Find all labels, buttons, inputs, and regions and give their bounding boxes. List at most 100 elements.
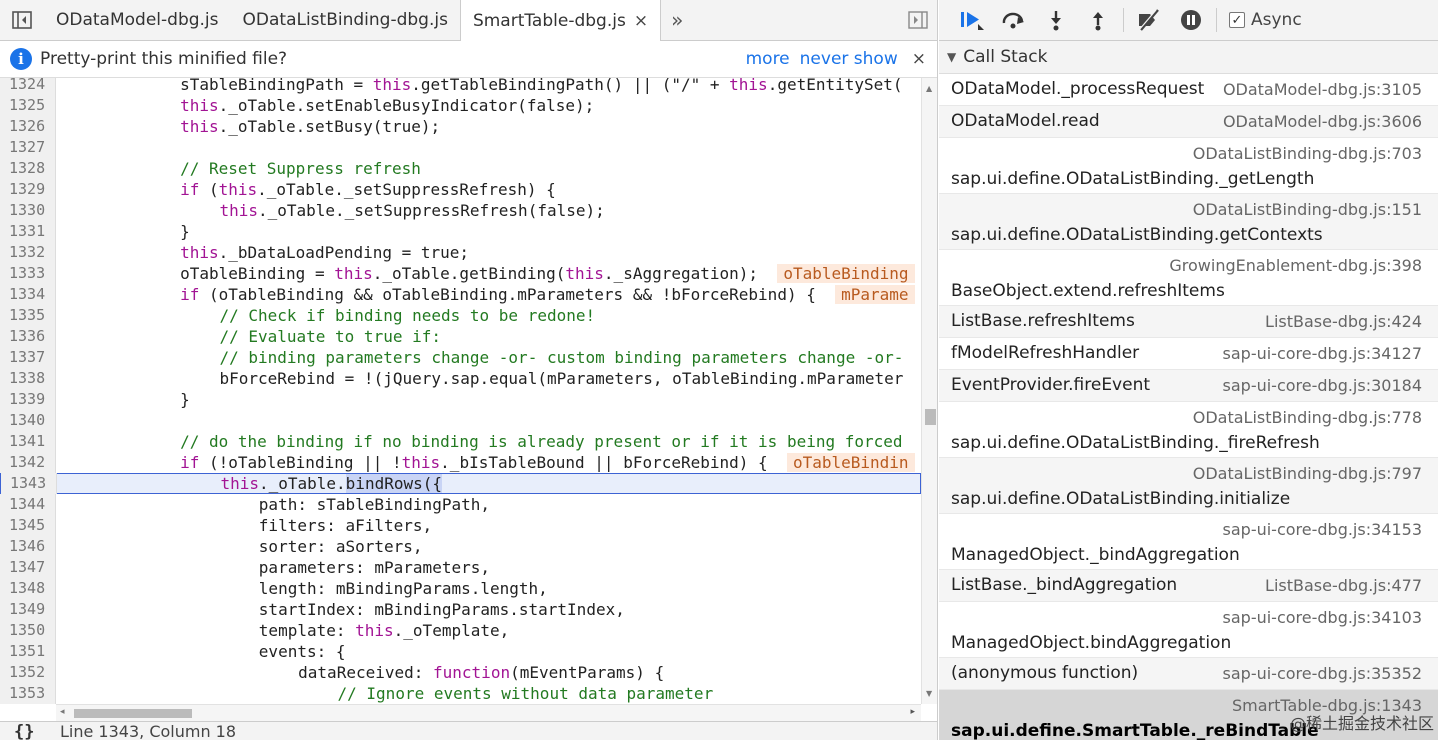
- code-line[interactable]: 1339}: [0, 389, 921, 410]
- code-line[interactable]: 1348 length: mBindingParams.length,: [0, 578, 921, 599]
- code-line[interactable]: 1353 // Ignore events without data parame…: [0, 683, 921, 704]
- code-line[interactable]: 1346 sorter: aSorters,: [0, 536, 921, 557]
- frame-location-link[interactable]: sap-ui-core-dbg.js:34103: [1223, 608, 1422, 627]
- scroll-thumb[interactable]: [74, 709, 192, 718]
- step-over-button[interactable]: [993, 0, 1035, 41]
- line-number[interactable]: 1333: [0, 263, 56, 284]
- line-number[interactable]: 1331: [0, 221, 56, 242]
- frame-location-link[interactable]: sap-ui-core-dbg.js:30184: [1223, 376, 1422, 395]
- code-line[interactable]: 1329 if (this._oTable._setSuppressRefresh…: [0, 179, 921, 200]
- more-link[interactable]: more: [746, 49, 790, 69]
- line-number[interactable]: 1335: [0, 305, 56, 326]
- inline-value-badge[interactable]: mParame: [835, 285, 915, 304]
- code-line[interactable]: 1327: [0, 137, 921, 158]
- line-number[interactable]: 1342: [0, 452, 56, 473]
- call-frame[interactable]: sap.ui.define.ODataListBinding.initializ…: [939, 458, 1438, 514]
- call-frame[interactable]: ODataModel.read ODataModel-dbg.js:3606: [939, 106, 1438, 138]
- code-line[interactable]: 1335 // Check if binding needs to be redo…: [0, 305, 921, 326]
- line-number[interactable]: 1337: [0, 347, 56, 368]
- code-line[interactable]: 1326 this._oTable.setBusy(true);: [0, 116, 921, 137]
- frame-location-link[interactable]: ListBase-dbg.js:477: [1265, 576, 1422, 595]
- scroll-up-icon[interactable]: ▲: [926, 84, 932, 93]
- frame-location-link[interactable]: sap-ui-core-dbg.js:34153: [1223, 520, 1422, 539]
- code-line[interactable]: 1331}: [0, 221, 921, 242]
- frame-location-link[interactable]: ODataModel-dbg.js:3606: [1223, 112, 1422, 131]
- call-frame[interactable]: ManagedObject._bindAggregation sap-ui-cor…: [939, 514, 1438, 570]
- line-number[interactable]: 1329: [0, 179, 56, 200]
- frame-location-link[interactable]: ODataListBinding-dbg.js:151: [1193, 200, 1422, 219]
- toggle-navigator-icon[interactable]: [0, 0, 44, 40]
- scroll-thumb[interactable]: [925, 409, 936, 425]
- code-line[interactable]: 1332 this._bDataLoadPending = true;: [0, 242, 921, 263]
- code-line[interactable]: 1345 filters: aFilters,: [0, 515, 921, 536]
- code-line[interactable]: 1349 startIndex: mBindingParams.startInde…: [0, 599, 921, 620]
- call-frame[interactable]: ListBase._bindAggregation ListBase-dbg.js…: [939, 570, 1438, 602]
- async-checkbox[interactable]: ✓: [1229, 12, 1245, 28]
- frame-location-link[interactable]: ODataListBinding-dbg.js:778: [1193, 408, 1422, 427]
- code-line[interactable]: 1341 // do the binding if no binding is a…: [0, 431, 921, 452]
- async-toggle[interactable]: ✓ Async: [1229, 10, 1302, 30]
- code-line[interactable]: 1337 // binding parameters change -or- cu…: [0, 347, 921, 368]
- frame-location-link[interactable]: ODataModel-dbg.js:3105: [1223, 80, 1422, 99]
- tab-odatalistbinding[interactable]: ODataListBinding-dbg.js: [231, 0, 460, 40]
- code-line[interactable]: 1340: [0, 410, 921, 431]
- vertical-scrollbar[interactable]: ▲ ▼: [921, 78, 937, 704]
- line-number[interactable]: 1326: [0, 116, 56, 137]
- frame-location-link[interactable]: ODataListBinding-dbg.js:797: [1193, 464, 1422, 483]
- tab-smarttable[interactable]: SmartTable-dbg.js ×: [459, 0, 662, 42]
- frame-location-link[interactable]: sap-ui-core-dbg.js:35352: [1223, 664, 1422, 683]
- call-frame[interactable]: ListBase.refreshItems ListBase-dbg.js:424: [939, 306, 1438, 338]
- horizontal-scrollbar[interactable]: ◂ ▸: [56, 704, 921, 721]
- line-number[interactable]: 1353: [0, 683, 56, 704]
- tab-odatamodel[interactable]: ODataModel-dbg.js: [44, 0, 231, 40]
- scroll-right-icon[interactable]: ▸: [910, 707, 915, 717]
- call-frame[interactable]: ManagedObject.bindAggregation sap-ui-core…: [939, 602, 1438, 658]
- code-line[interactable]: 1333 oTableBinding = this._oTable.getBind…: [0, 263, 921, 284]
- line-number[interactable]: 1350: [0, 620, 56, 641]
- frame-location-link[interactable]: GrowingEnablement-dbg.js:398: [1169, 256, 1422, 275]
- step-into-button[interactable]: [1035, 0, 1077, 41]
- scroll-left-icon[interactable]: ◂: [60, 707, 65, 717]
- code-line[interactable]: 1324 sTableBindingPath = this.getTableBin…: [0, 78, 921, 95]
- frame-location-link[interactable]: ODataListBinding-dbg.js:703: [1193, 144, 1422, 163]
- close-icon[interactable]: ×: [912, 49, 926, 69]
- code-line[interactable]: 1344 path: sTableBindingPath,: [0, 494, 921, 515]
- line-number[interactable]: 1328: [0, 158, 56, 179]
- call-frame[interactable]: (anonymous function) sap-ui-core-dbg.js:3…: [939, 658, 1438, 690]
- line-number[interactable]: 1339: [0, 389, 56, 410]
- call-frame[interactable]: EventProvider.fireEvent sap-ui-core-dbg.j…: [939, 370, 1438, 402]
- inline-value-badge[interactable]: oTableBindin: [786, 453, 915, 472]
- code-line[interactable]: 1336 // Evaluate to true if:: [0, 326, 921, 347]
- call-frame[interactable]: fModelRefreshHandler sap-ui-core-dbg.js:3…: [939, 338, 1438, 370]
- call-frame[interactable]: BaseObject.extend.refreshItems GrowingEna…: [939, 250, 1438, 306]
- current-code-line[interactable]: 1343 this._oTable.bindRows({: [0, 473, 921, 494]
- pretty-print-button[interactable]: {}: [0, 722, 56, 740]
- line-number[interactable]: 1327: [0, 137, 56, 158]
- code-line[interactable]: 1350 template: this._oTemplate,: [0, 620, 921, 641]
- line-number[interactable]: 1334: [0, 284, 56, 305]
- line-number[interactable]: 1338: [0, 368, 56, 389]
- code-line[interactable]: 1342 if (!oTableBinding || !this._bIsTabl…: [0, 452, 921, 473]
- call-frame[interactable]: ODataModel._processRequest ODataModel-dbg…: [939, 74, 1438, 106]
- deactivate-breakpoints-button[interactable]: [1128, 0, 1170, 41]
- line-number[interactable]: 1349: [0, 599, 56, 620]
- line-number[interactable]: 1341: [0, 431, 56, 452]
- code-line[interactable]: 1330 this._oTable._setSuppressRefresh(fal…: [0, 200, 921, 221]
- pause-on-exceptions-button[interactable]: [1170, 0, 1212, 41]
- line-number[interactable]: 1324: [0, 78, 56, 95]
- frame-location-link[interactable]: sap-ui-core-dbg.js:34127: [1223, 344, 1422, 363]
- step-out-button[interactable]: [1077, 0, 1119, 41]
- resume-button[interactable]: [951, 0, 993, 41]
- call-stack-header[interactable]: ▼ Call Stack: [939, 41, 1438, 74]
- frame-location-link[interactable]: ListBase-dbg.js:424: [1265, 312, 1422, 331]
- line-number[interactable]: 1352: [0, 662, 56, 683]
- line-number[interactable]: 1332: [0, 242, 56, 263]
- code-line[interactable]: 1352 dataReceived: function(mEventParams)…: [0, 662, 921, 683]
- call-frame[interactable]: sap.ui.define.ODataListBinding._getLengt…: [939, 138, 1438, 194]
- call-frame[interactable]: sap.ui.define.ODataListBinding._fireRefr…: [939, 402, 1438, 458]
- line-number[interactable]: 1336: [0, 326, 56, 347]
- line-number[interactable]: 1325: [0, 95, 56, 116]
- line-number[interactable]: 1351: [0, 641, 56, 662]
- line-number[interactable]: 1348: [0, 578, 56, 599]
- line-number[interactable]: 1347: [0, 557, 56, 578]
